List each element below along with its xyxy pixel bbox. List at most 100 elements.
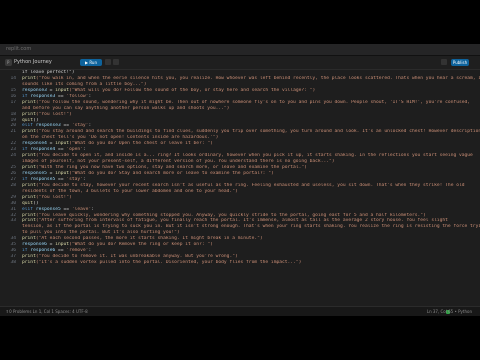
code-token: response5 [22, 170, 47, 176]
code-token: ("It's a sudden vortex pulled into the p… [35, 260, 302, 265]
code-token: to pull you into the portal. But it's al… [22, 230, 180, 236]
code-token: if [22, 147, 28, 153]
code-token: ("After suffering from intervals of fati… [35, 218, 448, 224]
code-token: if leave perfect!") [22, 70, 75, 75]
browser-top-bar: replit.com [0, 44, 480, 56]
code-token: ("You lost!") [35, 194, 72, 200]
code-token: quit [22, 200, 34, 206]
code-token: == [55, 176, 67, 182]
code-token: on the chest tell's you 'Do not open! Co… [22, 135, 219, 141]
ide-toolbar: P Python Journey ▶ Run Publish [0, 56, 480, 70]
code-token: () [33, 200, 39, 206]
browser-url: replit.com [6, 46, 32, 52]
code-token: print [22, 194, 36, 200]
code-token: if [22, 93, 28, 99]
code-token: sounds like its coming from a little boy… [22, 81, 147, 87]
code-token: if [22, 248, 28, 254]
code-token: ("You decide to remove it. It was unbrea… [35, 254, 238, 260]
invite-icon[interactable] [441, 59, 447, 65]
code-token: : [88, 248, 92, 254]
status-bar: ⭡ 0 Problems Ln 1, Col 1 Spaces: 4 UTF-8… [0, 306, 480, 316]
code-token: images of yourself, not your present-sel… [22, 159, 335, 165]
code-token: elif [22, 206, 34, 212]
code-token: == [55, 93, 67, 99]
line-number: 38 [10, 260, 16, 265]
code-token: ("What do you do? Remove the ring or kee… [69, 242, 213, 248]
code-line[interactable]: 38 print("It's a sudden vortex pulled in… [0, 260, 480, 266]
code-token: print [22, 254, 36, 260]
code-token: ("You lost!") [35, 111, 72, 117]
code-token: input [55, 170, 70, 176]
code-token: : [88, 123, 92, 129]
code-token: response4 [22, 141, 47, 147]
code-token: print [22, 260, 36, 265]
code-token: print [22, 153, 36, 159]
code-token: ("At each second passes, the more it sta… [35, 236, 263, 242]
code-token: ("With the ring you now have two options… [35, 165, 307, 170]
code-token: : [82, 147, 86, 153]
code-token: residents of the town, 3 bullets to your… [22, 188, 238, 194]
code-token: 'stay' [71, 123, 89, 129]
code-token: input [55, 87, 70, 93]
code-token: ("You decide to stay, however your recen… [35, 182, 465, 188]
code-token: == [60, 206, 72, 212]
code-token: response5 [30, 176, 56, 182]
code-token: print [22, 99, 36, 105]
code-token: print [22, 212, 36, 218]
code-token: = [46, 170, 56, 176]
code-token: ("What do you do? Open the chest or leav… [69, 141, 213, 147]
code-token: print [22, 111, 36, 117]
code-token: response4 [30, 147, 56, 153]
code-token: and before you can say anything another … [22, 105, 230, 111]
code-token: print [22, 165, 36, 170]
code-token: response6 [22, 242, 47, 248]
code-token: : [88, 93, 92, 99]
code-token: print [22, 182, 36, 188]
code-token: 'open' [66, 147, 83, 153]
code-token: response5 [35, 206, 61, 212]
status-cursor-position: Ln 37, Col 65 • Python [426, 309, 472, 314]
code-token: 'stay' [66, 176, 83, 182]
code-text: print("It's a sudden vortex pulled into … [22, 260, 301, 266]
code-token: if [22, 176, 28, 182]
code-token: response3 [22, 87, 47, 93]
code-token: ("You follow the sound, wondering why it… [35, 99, 471, 105]
run-button[interactable]: ▶ Run [80, 59, 102, 66]
code-token: print [22, 218, 36, 224]
code-token: ("What will you do? Follow the sound of … [69, 87, 316, 93]
workspace-icon[interactable]: P [5, 59, 12, 66]
code-token: == [55, 248, 67, 254]
code-token: ("What do you do? Stay and search more o… [69, 170, 274, 176]
code-token: = [46, 242, 56, 248]
code-token: ("You stay around and search the buildin… [35, 129, 480, 135]
code-token: ("You decide to open it, and inside is a… [35, 153, 473, 159]
code-token: () [33, 117, 39, 123]
code-token: 'leave' [71, 206, 92, 212]
code-token: response3 [35, 123, 61, 129]
code-token: = [46, 141, 56, 147]
code-token: : [82, 176, 86, 182]
code-token: = [46, 87, 56, 93]
code-token: response6 [30, 248, 56, 254]
code-token: == [55, 147, 67, 153]
code-token: ("You walk in, and when the eerie silenc… [35, 75, 480, 81]
status-left-info: ⭡ 0 Problems Ln 1, Col 1 Spaces: 4 UTF-8 [6, 309, 88, 314]
code-token: 'follow' [66, 93, 89, 99]
project-title[interactable]: Python Journey [14, 59, 52, 65]
code-token: tension, as if the portal is trying to s… [22, 224, 480, 230]
code-token: print [22, 236, 36, 242]
code-editor[interactable]: if leave perfect!") 14 print("You walk in… [0, 70, 480, 306]
publish-button[interactable]: Publish [451, 59, 469, 66]
ide-window: replit.com P Python Journey ▶ Run Publis… [0, 44, 480, 316]
code-token: quit [22, 117, 34, 123]
screen: replit.com P Python Journey ▶ Run Publis… [0, 0, 480, 360]
split-icon[interactable] [105, 59, 111, 65]
more-icon[interactable] [113, 59, 119, 65]
code-token: elif [22, 123, 34, 129]
code-token: print [22, 75, 36, 81]
code-token: print [22, 129, 36, 135]
code-token: : [91, 206, 94, 212]
code-token: 'remove' [66, 248, 89, 254]
code-token: input [55, 242, 70, 248]
code-token: == [60, 123, 72, 129]
